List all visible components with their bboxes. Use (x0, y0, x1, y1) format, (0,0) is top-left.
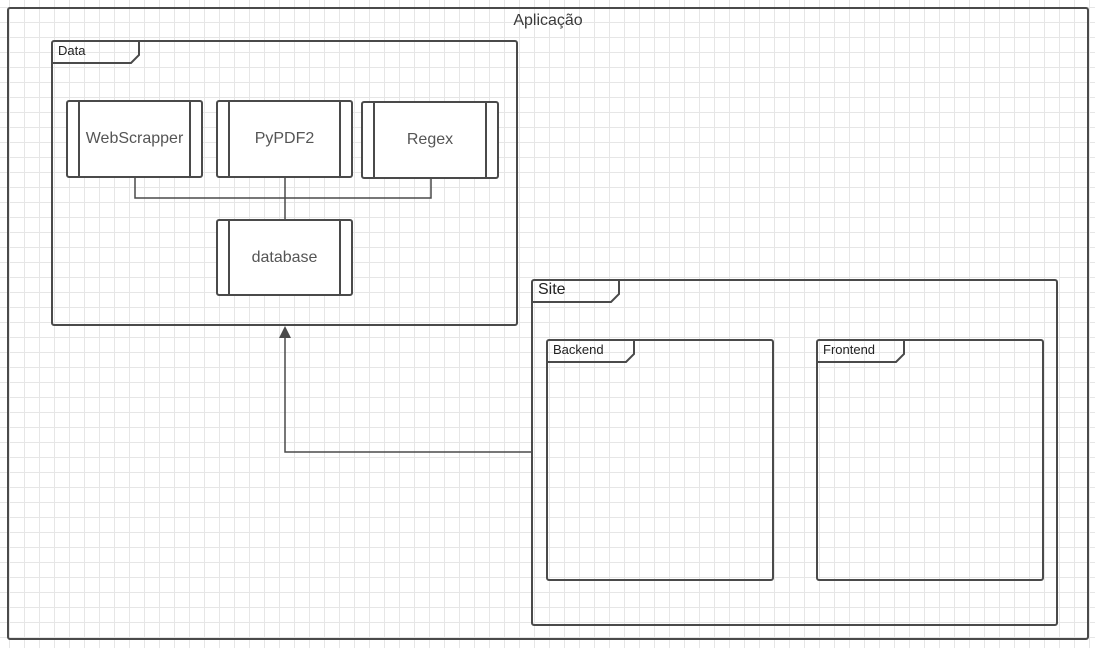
regex-component[interactable]: Regex (361, 101, 499, 179)
data-package-label: Data (58, 43, 86, 58)
database-component[interactable]: database (216, 219, 353, 296)
frontend-package[interactable]: Frontend (816, 339, 1044, 581)
webscrapper-label: WebScrapper (85, 130, 184, 147)
regex-label: Regex (406, 131, 454, 148)
webscrapper-component[interactable]: WebScrapper (66, 100, 203, 178)
pypdf2-label: PyPDF2 (254, 130, 315, 147)
aplicacao-title: Aplicação (513, 12, 583, 29)
pypdf2-component[interactable]: PyPDF2 (216, 100, 353, 178)
database-label: database (251, 248, 318, 266)
backend-package[interactable]: Backend (546, 339, 774, 581)
frontend-package-label: Frontend (823, 342, 876, 357)
site-package-label: Site (538, 281, 566, 298)
backend-package-label: Backend (553, 342, 604, 357)
